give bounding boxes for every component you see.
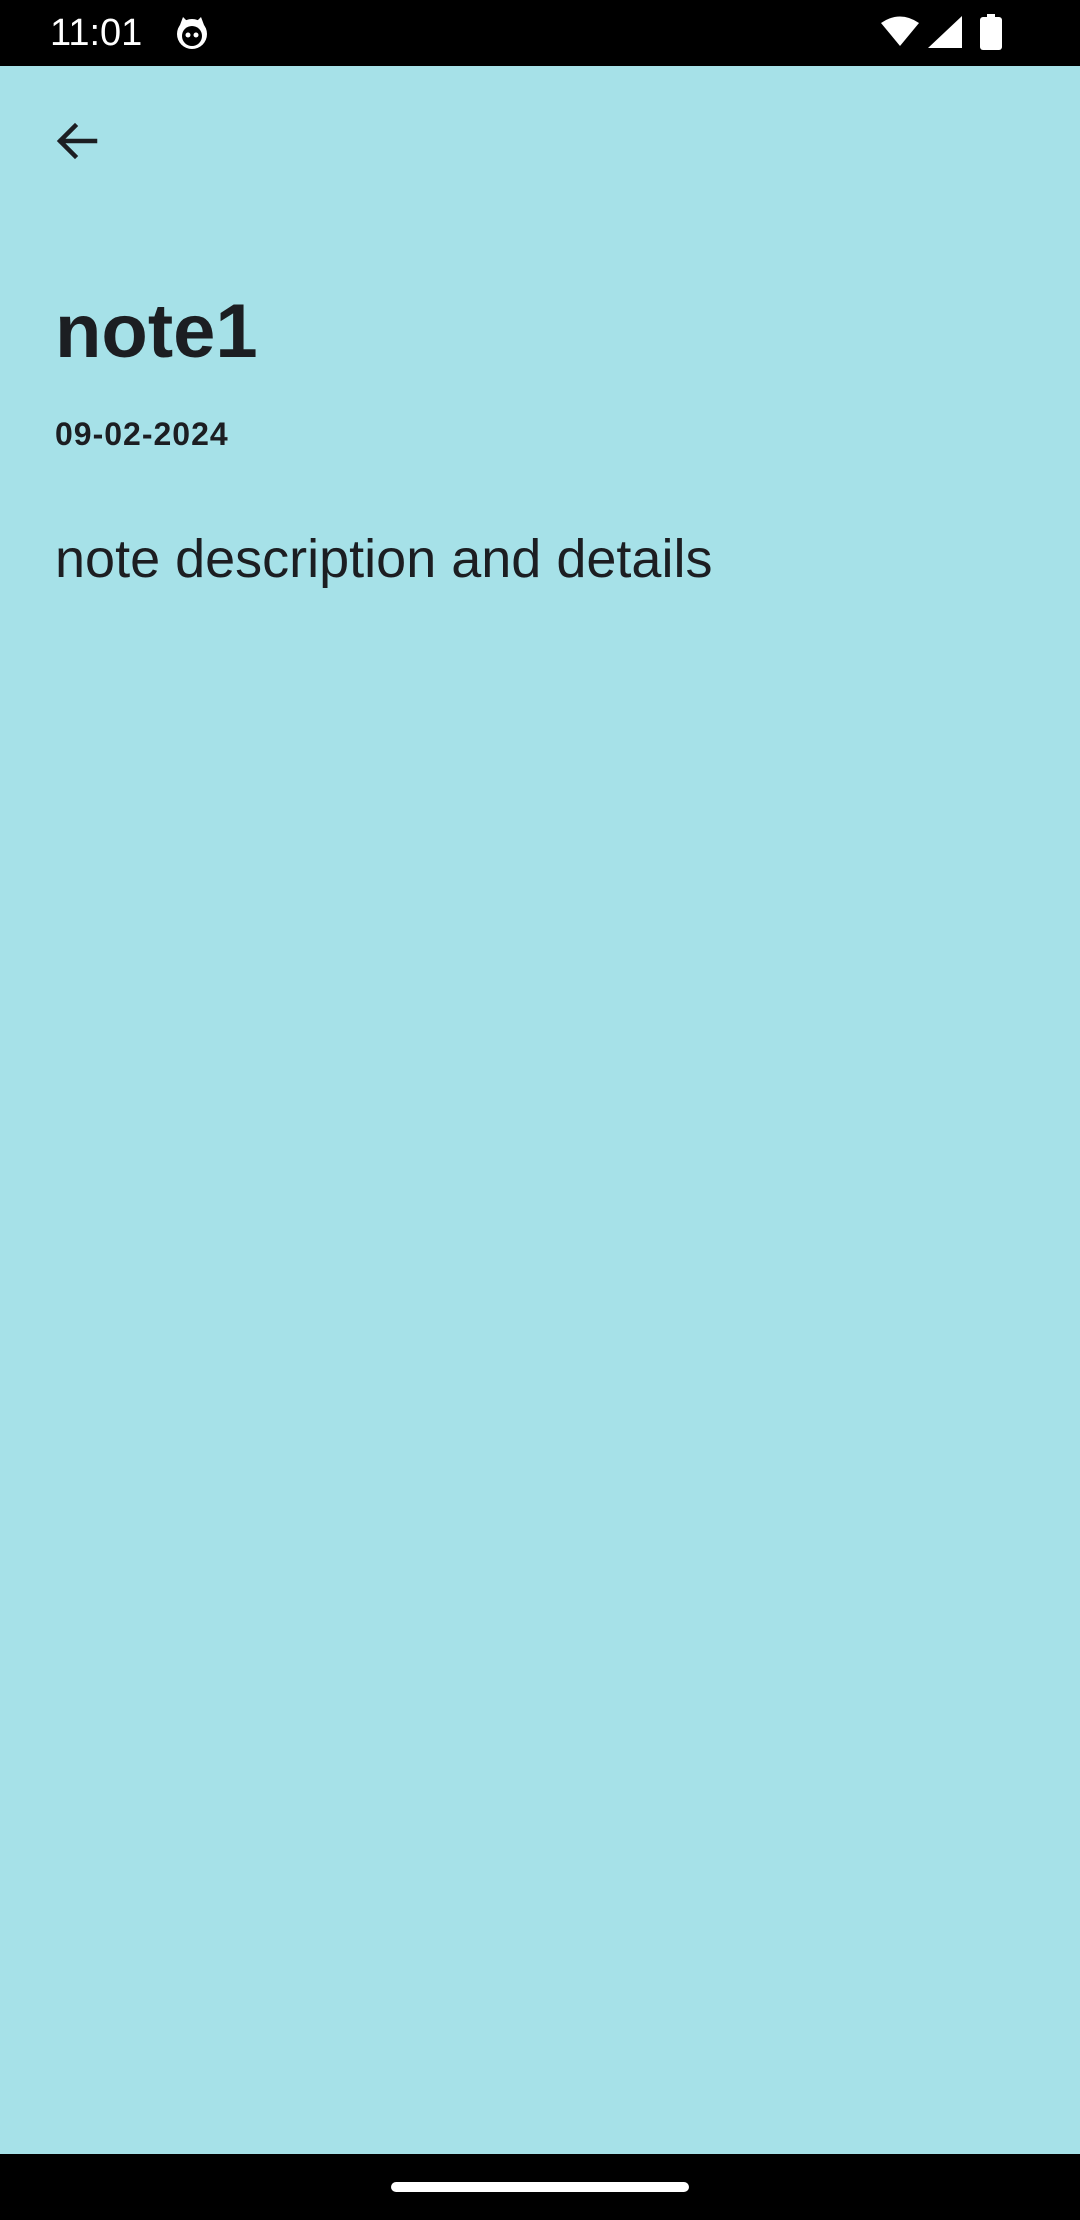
note-detail-screen: note1 09-02-2024 note description and de… [0, 66, 1080, 2154]
note-title: note1 [55, 289, 258, 374]
status-bar: 11:01 [0, 0, 1080, 66]
cellular-signal-icon [928, 16, 962, 48]
status-time: 11:01 [50, 12, 143, 54]
back-button[interactable] [44, 110, 110, 176]
navigation-bar [0, 2154, 1080, 2220]
home-indicator[interactable] [391, 2182, 689, 2192]
note-description: note description and details [55, 529, 713, 589]
wifi-icon [880, 16, 920, 48]
cat-face-icon [174, 15, 210, 51]
arrow-back-icon [53, 117, 101, 170]
battery-icon [980, 14, 1002, 50]
note-date: 09-02-2024 [55, 416, 229, 452]
